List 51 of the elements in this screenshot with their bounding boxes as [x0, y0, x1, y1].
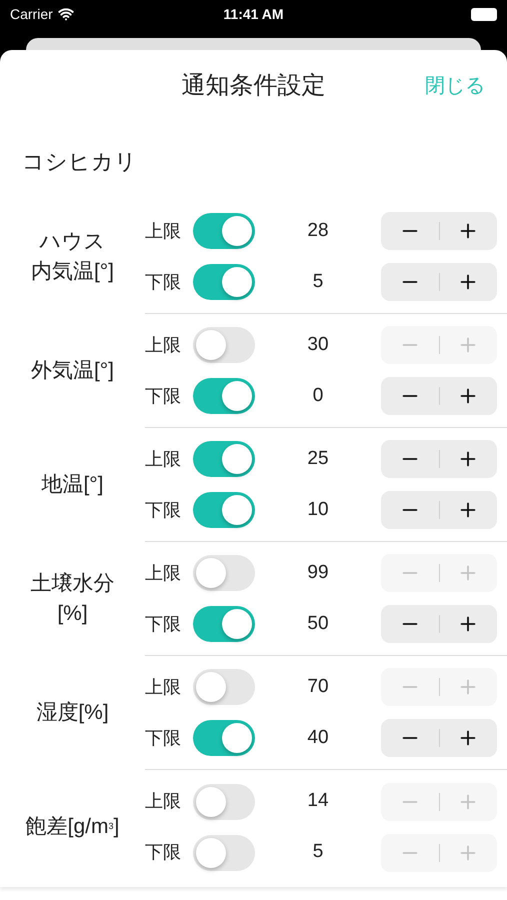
value-text: 5 [312, 840, 324, 864]
sensor-label: 湿度[%] [36, 700, 109, 726]
sensor-label: 地温[°] [41, 472, 104, 498]
limit-label: 上限 [145, 676, 182, 698]
toggle-switch[interactable] [193, 669, 255, 705]
value-text: 5 [312, 270, 324, 294]
toggle-switch[interactable] [193, 441, 255, 477]
value-text: 14 [306, 789, 330, 814]
sensor-label: 内気温[°] [30, 259, 114, 285]
clock-text: 11:41 AM [223, 4, 284, 24]
sheet-title: 通知条件設定 [182, 71, 326, 101]
sensor-label: 外気温[°] [30, 358, 114, 384]
limit-label: 下限 [145, 612, 182, 636]
limit-label: 上限 [145, 334, 182, 356]
limit-label: 上限 [145, 448, 182, 470]
toggle-switch[interactable] [193, 327, 255, 363]
carrier-text: Carrier [10, 4, 53, 24]
value-text: 99 [306, 560, 330, 585]
limit-label: 下限 [145, 841, 182, 864]
crop-name: コシヒカリ [22, 148, 137, 176]
toggle-switch[interactable] [193, 213, 255, 249]
value-text: 40 [306, 726, 330, 750]
value-text: 30 [306, 332, 330, 357]
sensor-label: ハウス [40, 229, 106, 255]
toggle-switch[interactable] [193, 378, 255, 414]
limit-label: 下限 [145, 270, 182, 294]
value-text: 50 [306, 612, 330, 636]
toggle-switch[interactable] [193, 720, 255, 756]
sensor-label: 土壌水分 [30, 571, 114, 597]
limit-label: 下限 [145, 498, 182, 522]
wifi-icon [58, 6, 74, 22]
value-text: 28 [306, 218, 330, 243]
limit-label: 上限 [145, 562, 182, 584]
toggle-switch[interactable] [193, 784, 255, 820]
battery-icon [471, 8, 497, 20]
toggle-switch[interactable] [193, 264, 255, 300]
close-button[interactable]: 閉じる [425, 71, 485, 101]
sensor-label: 飽差[g/m$^{3}$] [26, 814, 120, 840]
value-text: 25 [306, 446, 330, 471]
limit-label: 下限 [145, 384, 182, 408]
value-text: 10 [306, 498, 330, 522]
value-text: 70 [306, 674, 330, 699]
toggle-switch[interactable] [193, 492, 255, 528]
toggle-switch[interactable] [193, 834, 255, 870]
sensor-label: [%] [57, 601, 88, 627]
toggle-switch[interactable] [193, 555, 255, 591]
toggle-switch[interactable] [193, 606, 255, 642]
value-text: 0 [312, 384, 324, 408]
limit-label: 上限 [145, 220, 182, 242]
limit-label: 上限 [145, 790, 182, 813]
limit-label: 下限 [145, 726, 182, 750]
